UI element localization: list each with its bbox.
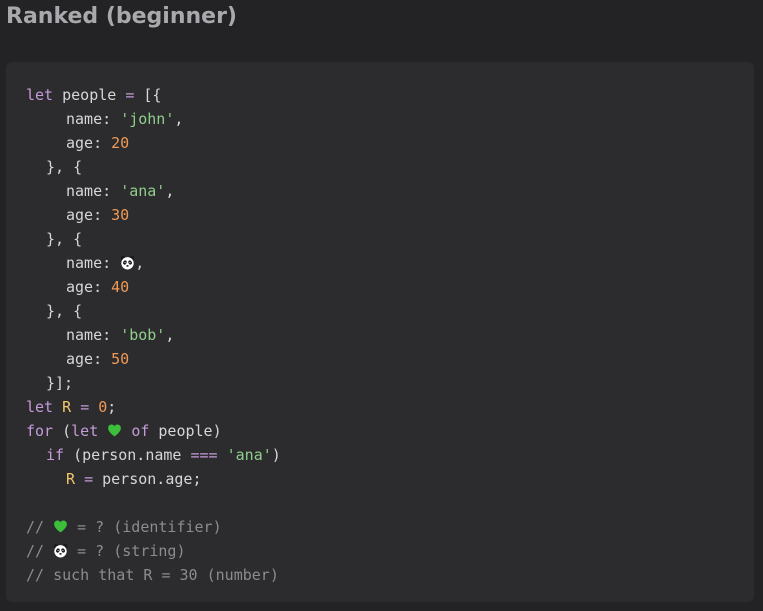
code-line-15: for (let of people) [26,422,222,440]
property-age: age [66,206,94,224]
code-line-3: age: 20 [66,134,130,152]
property-age: age [66,278,94,296]
identifier-R: R [66,470,76,488]
green-heart-icon [53,518,68,536]
comment-string-text: = ? (string) [77,542,186,560]
comment-line-1: // = ? (identifier) [26,515,281,539]
identifier-R: R [62,398,72,416]
number-30: 30 [111,206,130,224]
code-line-4: }, { [46,158,83,176]
string-ana: 'ana' [226,446,272,464]
code-line-17: R = person.age; [66,470,202,488]
page-title: Ranked (beginner) [6,4,237,29]
number-50: 50 [111,350,130,368]
code-line-10: }, { [46,302,83,320]
code-line-16: if (person.name === 'ana') [46,446,281,464]
property-name: name [66,182,103,200]
code-line-9: age: 40 [66,278,130,296]
string-john: 'john' [120,110,175,128]
comment-line-2: // = ? (string) [26,539,281,563]
code-line-2: name: 'john', [66,110,184,128]
number-0: 0 [98,398,108,416]
keyword-let: let [71,422,99,440]
code-line-5: name: 'ana', [66,182,175,200]
expression-person-name: person.name [82,446,182,464]
code-line-11: name: 'bob', [66,326,175,344]
string-bob: 'bob' [120,326,166,344]
property-name: name [66,254,103,272]
code-line-6: age: 30 [66,206,130,224]
comment-line-3: // such that R = 30 (number) [26,566,279,584]
property-name: name [66,326,103,344]
keyword-if: if [46,446,65,464]
property-age: age [66,134,94,152]
code-line-13: }]; [46,374,74,392]
code-line-7: }, { [46,230,83,248]
code-line-14: let R = 0; [26,398,117,416]
panda-face-icon [53,542,68,560]
number-40: 40 [111,278,130,296]
code-snippet: let people = [{ name: 'john', age: 20 }, { n… [26,83,281,587]
keyword-for: for [26,422,54,440]
comment-prefix: // [26,518,45,536]
keyword-let: let [26,398,54,416]
string-ana: 'ana' [120,182,166,200]
identifier-people: people [158,422,213,440]
green-heart-icon [107,422,122,440]
code-block: let people = [{ name: 'john', age: 20 }, { n… [6,62,754,602]
number-20: 20 [111,134,130,152]
panda-face-icon [120,254,135,272]
property-name: name [66,110,103,128]
comment-prefix: // [26,542,45,560]
property-age: age [66,350,94,368]
code-line-8: name: , [66,254,145,272]
expression-person-age: person.age [102,470,193,488]
keyword-of: of [131,422,150,440]
operator-strict-equal: === [190,446,218,464]
comment-identifier-text: = ? (identifier) [77,518,222,536]
code-line-1: let people = [{ [26,86,162,104]
keyword-let: let [26,86,54,104]
code-line-12: age: 50 [66,350,130,368]
identifier-people: people [62,86,117,104]
